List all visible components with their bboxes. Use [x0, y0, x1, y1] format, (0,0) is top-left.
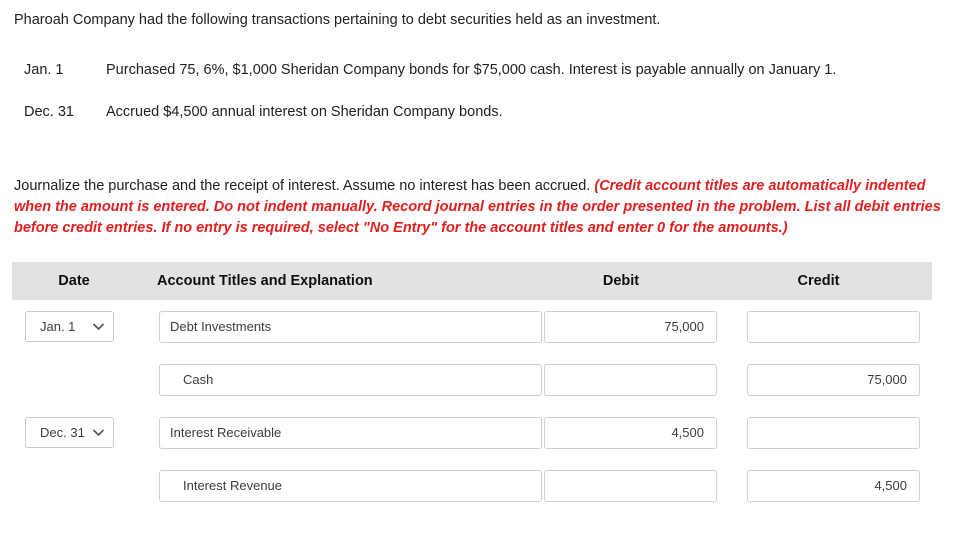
date-select-row-1[interactable]: Jan. 1: [25, 311, 114, 342]
problem-intro-text: Pharoah Company had the following transa…: [14, 12, 661, 28]
debit-cell: [527, 469, 723, 502]
date-select-value: Dec. 31: [40, 425, 85, 440]
account-cell: Interest Revenue: [142, 469, 542, 502]
instructions-paragraph: Journalize the purchase and the receipt …: [14, 176, 944, 239]
credit-amount-input-row-2[interactable]: 75,000: [747, 363, 920, 396]
credit-amount-input-row-1[interactable]: [747, 310, 920, 343]
column-header-credit: Credit: [797, 273, 840, 289]
date-cell-empty-row-2: [25, 364, 114, 395]
date-cell: [12, 364, 142, 395]
credit-cell: [723, 416, 920, 449]
date-cell: [12, 470, 142, 501]
credit-amount-input-row-3[interactable]: [747, 416, 920, 449]
transaction-row: Jan. 1 Purchased 75, 6%, $1,000 Sheridan…: [14, 60, 934, 80]
column-header-debit: Debit: [602, 273, 640, 289]
date-select-value: Jan. 1: [40, 319, 76, 334]
account-title-input-row-4[interactable]: Interest Revenue: [159, 469, 542, 502]
debit-cell: 75,000: [527, 310, 723, 343]
date-cell-empty-row-4: [25, 470, 114, 501]
transaction-description: Accrued $4,500 annual interest on Sherid…: [106, 104, 503, 120]
journal-entry-table: Date Account Titles and Explanation Debi…: [12, 262, 932, 512]
column-header-account: Account Titles and Explanation: [157, 273, 373, 289]
debit-amount-input-row-2[interactable]: [544, 363, 717, 396]
credit-cell: 4,500: [723, 469, 920, 502]
table-row: Dec. 31 Interest Receivable 4,500: [12, 406, 932, 459]
chevron-down-icon: [93, 323, 104, 330]
debit-cell: [527, 363, 723, 396]
transaction-row: Dec. 31 Accrued $4,500 annual interest o…: [14, 102, 934, 122]
account-title-input-row-2[interactable]: Cash: [159, 363, 542, 396]
chevron-down-icon: [93, 429, 104, 436]
account-title-input-row-1[interactable]: Debt Investments: [159, 310, 542, 343]
debit-amount-input-row-4[interactable]: [544, 469, 717, 502]
debit-amount-input-row-1[interactable]: 75,000: [544, 310, 717, 343]
credit-cell: 75,000: [723, 363, 920, 396]
debit-cell: 4,500: [527, 416, 723, 449]
transaction-list: Jan. 1 Purchased 75, 6%, $1,000 Sheridan…: [14, 60, 934, 144]
date-cell: Dec. 31: [12, 417, 142, 448]
credit-amount-input-row-4[interactable]: 4,500: [747, 469, 920, 502]
debit-amount-input-row-3[interactable]: 4,500: [544, 416, 717, 449]
account-cell: Debt Investments: [142, 310, 542, 343]
account-title-input-row-3[interactable]: Interest Receivable: [159, 416, 542, 449]
table-row: Jan. 1 Debt Investments 75,000: [12, 300, 932, 353]
date-select-row-3[interactable]: Dec. 31: [25, 417, 114, 448]
transaction-date: Jan. 1: [24, 62, 64, 78]
table-row: Interest Revenue 4,500: [12, 459, 932, 512]
date-cell: Jan. 1: [12, 311, 142, 342]
account-cell: Cash: [142, 363, 542, 396]
credit-cell: [723, 310, 920, 343]
instructions-black-text: Journalize the purchase and the receipt …: [14, 178, 595, 194]
transaction-description: Purchased 75, 6%, $1,000 Sheridan Compan…: [106, 62, 837, 78]
column-header-date: Date: [58, 273, 90, 289]
table-row: Cash 75,000: [12, 353, 932, 406]
journal-table-header-row: Date Account Titles and Explanation Debi…: [12, 262, 932, 300]
account-cell: Interest Receivable: [142, 416, 542, 449]
transaction-date: Dec. 31: [24, 104, 74, 120]
